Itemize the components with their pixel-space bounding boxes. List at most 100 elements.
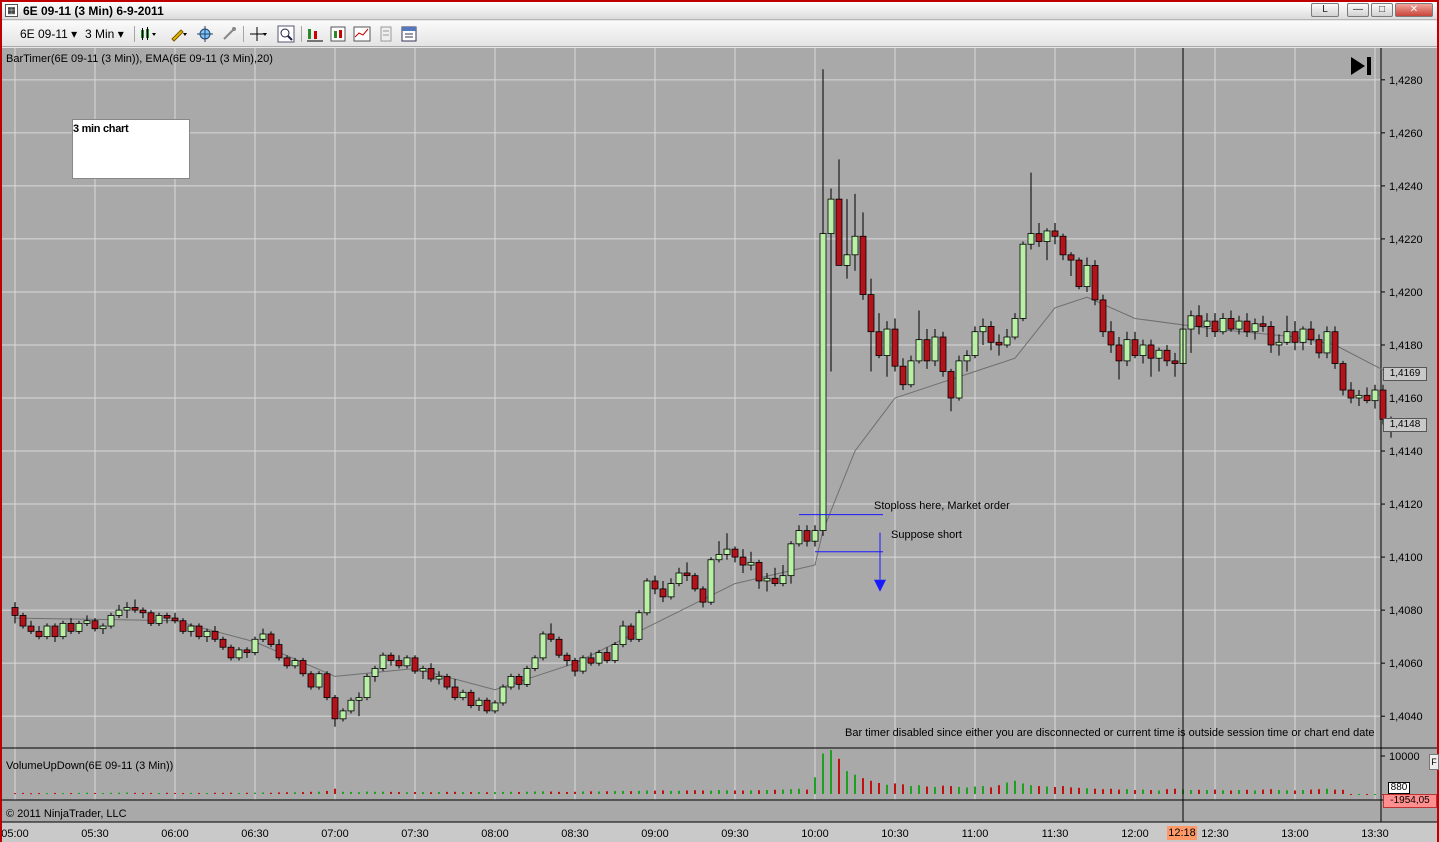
stoploss-annotation-text[interactable]: Stoploss here, Market order	[874, 500, 1010, 512]
volume-bar	[1198, 789, 1200, 794]
volume-bar	[198, 792, 200, 794]
candle-up	[291, 660, 299, 667]
volume-bar	[734, 790, 736, 794]
drawing-pencil-icon[interactable]	[169, 25, 187, 43]
volume-bar	[1262, 789, 1264, 794]
candle-up	[1187, 315, 1195, 330]
candle-up	[971, 331, 979, 356]
volume-bar	[494, 792, 496, 794]
candle-up	[1027, 233, 1035, 245]
scroll-to-end-icon[interactable]	[1349, 55, 1375, 77]
volume-bar	[1318, 789, 1320, 794]
time-tick-label: 11:00	[962, 828, 989, 840]
candle-down	[651, 580, 659, 590]
strategies-icon[interactable]	[377, 25, 395, 43]
properties-icon[interactable]	[400, 25, 418, 43]
volume-bar	[1158, 790, 1160, 794]
candle-down	[219, 638, 227, 648]
candle-down	[163, 615, 171, 619]
volume-bar	[966, 787, 968, 794]
candle-up	[339, 710, 347, 720]
bar-spacing-icon[interactable]	[306, 25, 324, 43]
volume-bar	[630, 791, 632, 794]
candle-up	[843, 254, 851, 266]
volume-bar	[126, 792, 128, 794]
volume-bar	[446, 791, 448, 794]
short-annotation-text[interactable]: Suppose short	[891, 529, 962, 541]
indicators-icon[interactable]	[353, 25, 371, 43]
volume-bar	[566, 791, 568, 794]
title-bar[interactable]: ▦ 6E 09-11 (3 Min) 6-9-2011 L — □ ✕	[2, 2, 1437, 20]
candle-down	[947, 371, 955, 399]
volume-bar	[222, 792, 224, 794]
volume-scale-button[interactable]: F	[1429, 754, 1439, 770]
volume-bar	[486, 792, 488, 794]
crosshair-icon[interactable]	[249, 25, 267, 43]
volume-bar	[1238, 790, 1240, 794]
volume-bar	[462, 792, 464, 794]
volume-bar	[894, 783, 896, 794]
candle-down	[1331, 331, 1339, 364]
volume-bar	[662, 790, 664, 794]
volume-bar	[678, 790, 680, 794]
volume-bar	[534, 791, 536, 794]
minimize-button[interactable]: —	[1347, 3, 1369, 17]
price-tick-label: 1,4180	[1389, 340, 1423, 352]
volume-bar	[638, 790, 640, 794]
global-crosshair-icon[interactable]	[196, 25, 214, 43]
volume-bar	[238, 792, 240, 794]
candle-up	[43, 625, 51, 638]
candle-down	[1315, 339, 1323, 354]
instrument-selector[interactable]: 6E 09-11 ▾	[20, 25, 77, 43]
candle-down	[451, 686, 459, 699]
indicator-label: BarTimer(6E 09-11 (3 Min)), EMA(6E 09-11…	[6, 53, 273, 65]
volume-bar	[134, 792, 136, 794]
candle-up	[811, 530, 819, 542]
candle-down	[547, 633, 555, 640]
volume-bar	[366, 791, 368, 794]
time-tick-label: 06:30	[241, 828, 269, 840]
chart-plot-area[interactable]: 1,4280 1,4260 1,4240 1,4220 1,4200 1,4180 1,41…	[2, 48, 1439, 842]
candle-up	[155, 615, 163, 624]
candle-down	[939, 336, 947, 372]
candle-up	[1123, 339, 1131, 362]
candle-down	[11, 607, 19, 616]
volume-bar	[934, 786, 936, 794]
pointer-icon[interactable]	[220, 25, 238, 43]
candle-down	[323, 673, 331, 699]
candle-down	[1243, 320, 1251, 333]
candle-up	[531, 657, 539, 669]
layout-button[interactable]: L	[1311, 3, 1339, 17]
candle-up	[1299, 328, 1307, 343]
candle-up	[491, 702, 499, 712]
volume-bar	[790, 789, 792, 794]
price-chart-svg[interactable]: 1,4280 1,4260 1,4240 1,4220 1,4200 1,4180 1,41…	[2, 48, 1437, 842]
volume-bar	[1126, 789, 1128, 794]
candle-down	[699, 588, 707, 603]
candle-down	[227, 646, 235, 659]
time-tick-label: 13:00	[1281, 828, 1309, 840]
volume-bar	[262, 792, 264, 794]
data-box-icon[interactable]	[329, 25, 347, 43]
candle-down	[1267, 326, 1275, 346]
maximize-button[interactable]: □	[1371, 3, 1393, 17]
chart-style-icon[interactable]	[139, 25, 157, 43]
volume-bar	[398, 792, 400, 794]
candle-down	[1075, 259, 1083, 288]
zoom-icon[interactable]	[277, 25, 295, 43]
text-annotation-box[interactable]: 3 min chart	[72, 119, 190, 179]
volume-bar	[758, 790, 760, 794]
interval-selector[interactable]: 3 Min ▾	[85, 25, 124, 43]
volume-bar	[1358, 794, 1360, 795]
candle-up	[1371, 389, 1379, 402]
close-button[interactable]: ✕	[1395, 3, 1433, 17]
candle-down	[1059, 235, 1067, 256]
candle-up	[347, 699, 355, 712]
candle-down	[283, 657, 291, 667]
time-tick-label: 09:30	[721, 828, 749, 840]
volume-bar	[902, 784, 904, 794]
candle-down	[923, 339, 931, 362]
volume-bar	[286, 792, 288, 794]
volume-bar	[166, 792, 168, 794]
candle-up	[1155, 349, 1163, 359]
